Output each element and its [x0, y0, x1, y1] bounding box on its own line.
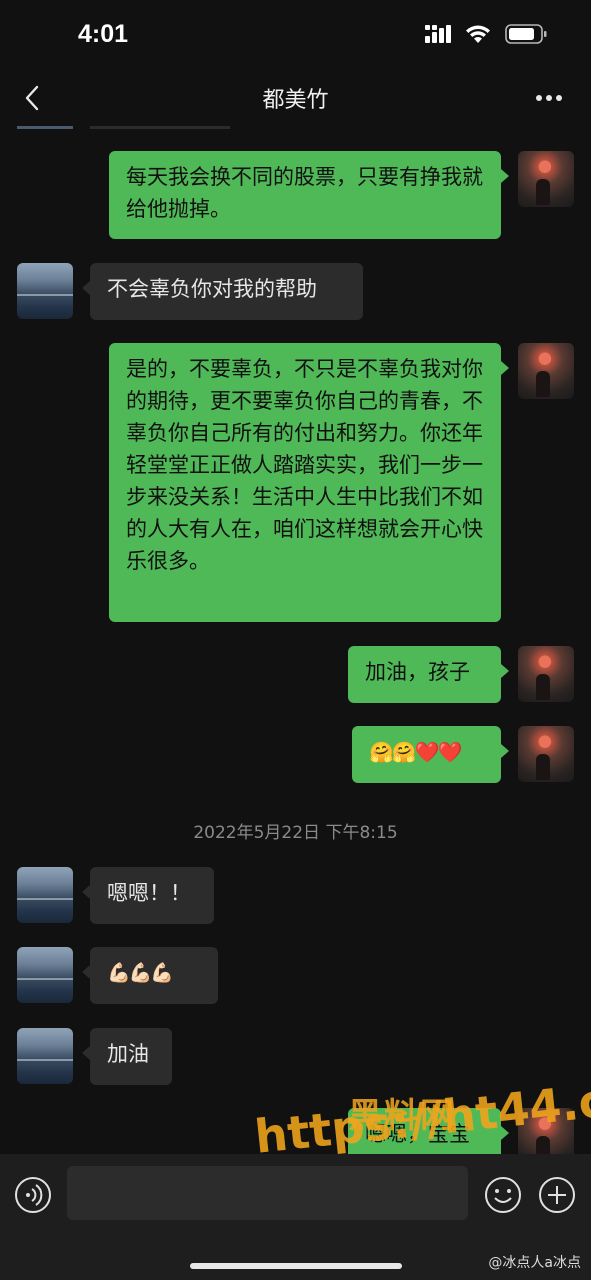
- message-bubble-self[interactable]: 是的，不要辜负，不只是不辜负我对你的期待，更不要辜负你自己的青春，不辜负你自己所…: [109, 343, 509, 622]
- self-avatar[interactable]: [518, 726, 574, 782]
- chat-title: 都美竹: [262, 88, 329, 113]
- self-avatar[interactable]: [518, 343, 574, 399]
- self-avatar[interactable]: [518, 646, 574, 702]
- battery-icon: [505, 24, 547, 44]
- credit-watermark: @冰点人a冰点: [488, 1255, 581, 1271]
- self-avatar[interactable]: [518, 151, 574, 207]
- previous-message-edge: [0, 126, 591, 132]
- chat-header: 都美竹: [0, 70, 591, 126]
- message-bubble-contact[interactable]: 加油: [82, 1028, 172, 1085]
- status-time: 4:01: [78, 20, 129, 48]
- status-bar: 4:01: [0, 0, 591, 70]
- contact-avatar[interactable]: [17, 1028, 73, 1084]
- wifi-icon: [466, 25, 490, 43]
- home-indicator: [190, 1263, 402, 1269]
- message-bubble-self[interactable]: 加油，孩子: [348, 646, 509, 703]
- message-bubble-contact[interactable]: 不会辜负你对我的帮助: [82, 263, 363, 320]
- message-bubble-contact[interactable]: 嗯嗯！！: [82, 867, 214, 924]
- more-button[interactable]: [529, 80, 569, 116]
- message-input[interactable]: [67, 1166, 468, 1220]
- emoji-icon[interactable]: [484, 1176, 522, 1214]
- plus-icon[interactable]: [538, 1176, 576, 1214]
- more-icon: [536, 95, 562, 101]
- status-icons: [425, 24, 547, 44]
- message-bubble-self[interactable]: 🤗🤗❤️❤️: [352, 726, 509, 783]
- contact-avatar[interactable]: [17, 867, 73, 923]
- contact-avatar[interactable]: [17, 947, 73, 1003]
- signal-icon: [425, 25, 451, 43]
- contact-avatar[interactable]: [17, 263, 73, 319]
- message-bubble-self[interactable]: 每天我会换不同的股票，只要有挣我就给他抛掉。: [109, 151, 509, 239]
- voice-icon[interactable]: [14, 1176, 52, 1214]
- message-timestamp: 2022年5月22日 下午8:15: [193, 823, 398, 843]
- message-bubble-contact[interactable]: 💪🏻💪🏻💪🏻: [82, 947, 218, 1004]
